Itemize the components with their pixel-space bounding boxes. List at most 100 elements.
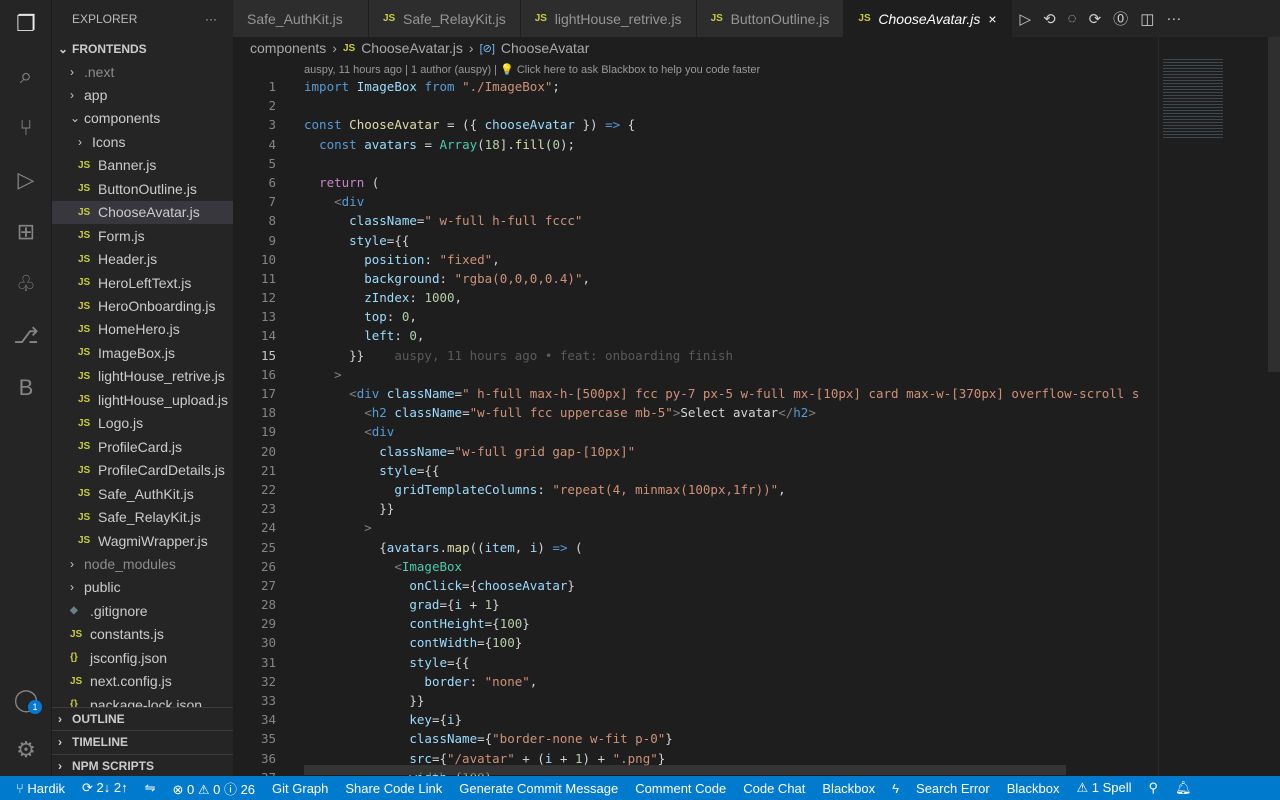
- blackbox-icon[interactable]: ⓪: [1113, 8, 1128, 29]
- run-debug-icon[interactable]: ▷: [0, 156, 52, 204]
- code-token: :: [424, 251, 440, 267]
- tab-label: lightHouse_retrive.js: [554, 10, 682, 27]
- extensions-icon[interactable]: ⊞: [0, 208, 52, 256]
- vertical-scrollbar[interactable]: [1268, 37, 1280, 372]
- tree-item[interactable]: JS Header.js: [52, 248, 233, 271]
- line-number: 2: [268, 98, 276, 114]
- tab-safe-relaykit-js[interactable]: JS Safe_RelayKit.js: [369, 0, 521, 37]
- tab-buttonoutline-js[interactable]: JS ButtonOutline.js: [696, 0, 845, 37]
- tree-icon[interactable]: ♧: [0, 260, 52, 308]
- git-next-icon[interactable]: ⟳: [1089, 10, 1102, 28]
- tree-item[interactable]: JS ButtonOutline.js: [52, 177, 233, 200]
- code-token: border: [424, 673, 470, 689]
- tab-chooseavatar-js[interactable]: JS ChooseAvatar.js ×: [844, 0, 1012, 37]
- tab-lighthouse-retrive-js[interactable]: JS lightHouse_retrive.js: [520, 0, 697, 37]
- account-icon[interactable]: ◯: [0, 676, 52, 724]
- tree-item[interactable]: JS ProfileCardDetails.js: [52, 459, 233, 482]
- status-generate-commit-message[interactable]: Generate Commit Message: [459, 781, 618, 796]
- status--1-spell[interactable]: ⚠ 1 Spell: [1076, 780, 1131, 796]
- breadcrumb-folder[interactable]: components: [250, 40, 326, 56]
- code-token: ={: [477, 731, 493, 747]
- tree-item[interactable]: JS Safe_RelayKit.js: [52, 506, 233, 529]
- git-previous-icon[interactable]: ⟲: [1043, 10, 1056, 28]
- code-token: style: [409, 654, 447, 670]
- tree-item[interactable]: JS HomeHero.js: [52, 318, 233, 341]
- tree-item[interactable]: › Icons: [52, 130, 233, 153]
- tab-safe-authkit-js[interactable]: Safe_AuthKit.js: [233, 0, 369, 37]
- tree-item[interactable]: ◆ .gitignore: [52, 599, 233, 622]
- tree-item[interactable]: JS Form.js: [52, 224, 233, 247]
- git-compare-status[interactable]: ⇋: [145, 780, 156, 796]
- tree-item[interactable]: › node_modules: [52, 552, 233, 575]
- tree-item[interactable]: JS HeroLeftText.js: [52, 271, 233, 294]
- js-file-icon: JS: [78, 253, 91, 265]
- code-token: (: [477, 136, 485, 152]
- breadcrumb-symbol[interactable]: ChooseAvatar: [501, 40, 589, 56]
- tree-item[interactable]: JS Banner.js: [52, 154, 233, 177]
- error-status[interactable]: ⊗ 0 ⚠ 0 ⓘ 26: [173, 779, 256, 798]
- line-number: 15: [260, 347, 276, 363]
- status-blackbox[interactable]: Blackbox: [822, 781, 875, 796]
- tree-item[interactable]: › public: [52, 576, 233, 599]
- more-actions-button[interactable]: ···: [205, 12, 217, 26]
- tree-item[interactable]: JS next.config.js: [52, 670, 233, 693]
- sync-status[interactable]: ⟳ 2↓ 2↑: [82, 780, 128, 796]
- status-git-graph[interactable]: Git Graph: [272, 781, 328, 796]
- search-icon[interactable]: ⌕: [0, 52, 52, 100]
- lightning-status[interactable]: ϟ: [892, 781, 899, 796]
- code-editor[interactable]: import ImageBox from "./ImageBox"; const …: [304, 77, 1159, 787]
- code-token: "fixed": [439, 251, 493, 267]
- code-token: 0: [409, 328, 417, 344]
- tree-item[interactable]: JS lightHouse_upload.js: [52, 388, 233, 411]
- tree-item[interactable]: JS ImageBox.js: [52, 341, 233, 364]
- tree-item-label: HomeHero.js: [98, 321, 180, 338]
- codelens-blame[interactable]: auspy, 11 hours ago | 1 author (auspy) |…: [304, 63, 760, 76]
- tree-item[interactable]: JS ChooseAvatar.js: [52, 200, 233, 224]
- branch-status[interactable]: ⑂ Hardik: [16, 781, 65, 796]
- code-line: border: "none",: [304, 672, 1159, 691]
- minimap[interactable]: [1158, 37, 1280, 776]
- bell-status[interactable]: 🔔︎: [1175, 780, 1192, 796]
- status-code-chat[interactable]: Code Chat: [743, 781, 805, 796]
- tree-item[interactable]: JS Logo.js: [52, 412, 233, 435]
- tree-item[interactable]: › app: [52, 83, 233, 106]
- gear-icon[interactable]: ⚙: [0, 726, 52, 774]
- blackbox-icon[interactable]: B: [0, 364, 52, 412]
- status-blackbox[interactable]: Blackbox: [1007, 781, 1060, 796]
- git-revert-icon[interactable]: ◌: [1068, 10, 1077, 27]
- tree-item[interactable]: › .next: [52, 60, 233, 83]
- more-icon[interactable]: ···: [1166, 10, 1181, 27]
- feedback-status[interactable]: ⚲: [1149, 780, 1159, 796]
- code-token: (: [567, 539, 583, 555]
- code-token: ={{: [416, 462, 440, 478]
- tree-item[interactable]: JS constants.js: [52, 623, 233, 646]
- workspace-root[interactable]: ⌄ FRONTENDS: [52, 37, 233, 60]
- tree-item[interactable]: JS ProfileCard.js: [52, 435, 233, 458]
- horizontal-scrollbar[interactable]: [304, 765, 1066, 775]
- files-icon[interactable]: ❐: [0, 0, 52, 48]
- panel-timeline[interactable]: › TIMELINE: [52, 730, 233, 754]
- panel-outline[interactable]: › OUTLINE: [52, 707, 233, 730]
- tree-item[interactable]: JS lightHouse_retrive.js: [52, 365, 233, 388]
- split-editor-icon[interactable]: ◫: [1140, 10, 1154, 28]
- tree-item[interactable]: JS WagmiWrapper.js: [52, 529, 233, 552]
- tree-item[interactable]: JS HeroOnboarding.js: [52, 295, 233, 318]
- code-token: }: [514, 635, 523, 651]
- run-icon[interactable]: ▷: [1020, 10, 1032, 28]
- tree-item[interactable]: ⌄ components: [52, 107, 233, 130]
- source-control-icon[interactable]: ⑂: [0, 104, 52, 152]
- close-icon[interactable]: ×: [988, 11, 996, 27]
- git-graph-icon[interactable]: ⎇: [0, 312, 52, 360]
- status-comment-code[interactable]: Comment Code: [635, 781, 726, 796]
- status-share-code-link[interactable]: Share Code Link: [345, 781, 442, 796]
- panel-npm-scripts[interactable]: › NPM SCRIPTS: [52, 753, 233, 777]
- status-search-error[interactable]: Search Error: [916, 781, 990, 796]
- tree-item-label: Banner.js: [98, 157, 157, 174]
- tree-item[interactable]: {} jsconfig.json: [52, 646, 233, 669]
- breadcrumb-file[interactable]: ChooseAvatar.js: [361, 40, 463, 56]
- tree-item[interactable]: JS Safe_AuthKit.js: [52, 482, 233, 505]
- tree-item-label: public: [84, 579, 121, 596]
- code-token: Select avatar: [680, 405, 779, 421]
